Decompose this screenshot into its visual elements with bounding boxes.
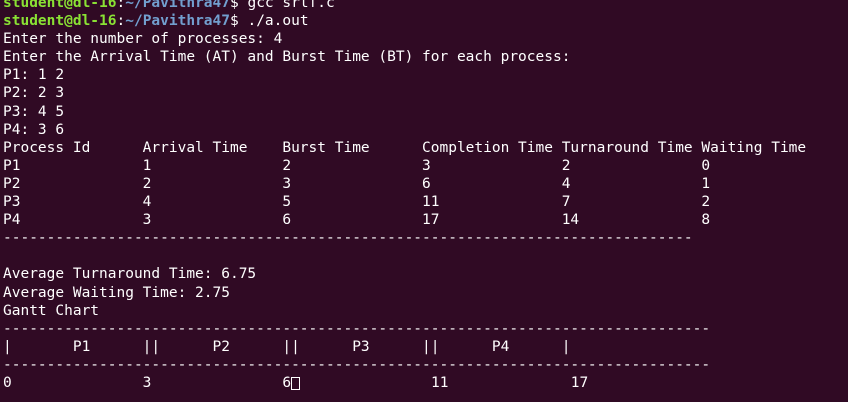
output-line: | P1 || P2 || P3 || P4 | <box>3 338 806 356</box>
output-line: ----------------------------------------… <box>3 356 806 374</box>
text-cursor <box>291 376 301 390</box>
output-line: P4 3 6 17 14 8 <box>3 211 806 229</box>
output-text: P2: 2 3 <box>3 85 65 102</box>
output-line: Average Turnaround Time: 6.75 <box>3 265 806 283</box>
output-text: P3: 4 5 <box>3 103 65 120</box>
output-text: ----------------------------------------… <box>3 320 711 337</box>
output-text: 0 3 6 <box>3 374 292 391</box>
prompt-separator: : <box>116 13 126 30</box>
prompt-path: ~/Pavithra47 <box>125 0 230 11</box>
output-line: Enter the number of processes: 4 <box>3 30 806 48</box>
output-line: P4: 3 6 <box>3 121 806 139</box>
output-text: 11 17 <box>300 374 589 391</box>
output-text: P2 2 3 6 4 1 <box>3 175 711 192</box>
output-text: P4 3 6 17 14 8 <box>3 212 711 229</box>
output-line: P2 2 3 6 4 1 <box>3 175 806 193</box>
output-text: Gantt Chart <box>3 302 100 319</box>
output-text: | P1 || P2 || P3 || P4 | <box>3 338 571 355</box>
command-text: gcc srtf.c <box>247 0 335 11</box>
output-line: ----------------------------------------… <box>3 320 806 338</box>
output-text: P3 4 5 11 7 2 <box>3 194 711 211</box>
prompt-user: student@dl-16 <box>3 13 117 30</box>
prompt-symbol: $ <box>230 13 248 30</box>
output-line: Average Waiting Time: 2.75 <box>3 284 806 302</box>
output-line: P3 4 5 11 7 2 <box>3 193 806 211</box>
output-line: P1: 1 2 <box>3 66 806 84</box>
output-text: P1: 1 2 <box>3 67 65 84</box>
output-text: P1 1 2 3 2 0 <box>3 157 711 174</box>
terminal-output: student@dl-16:~/Pavithra47$ gcc srtf.c st… <box>3 0 806 392</box>
output-text: Enter the number of processes: 4 <box>3 31 283 48</box>
command-text: ./a.out <box>247 13 309 30</box>
output-line: P2: 2 3 <box>3 84 806 102</box>
output-text: Average Turnaround Time: 6.75 <box>3 266 257 283</box>
output-text: Process Id Arrival Time Burst Time Compl… <box>3 139 807 156</box>
output-text: Average Waiting Time: 2.75 <box>3 284 230 301</box>
output-text: ----------------------------------------… <box>3 356 711 373</box>
prompt-user: student@dl-16 <box>3 0 117 11</box>
terminal-window[interactable]: student@dl-16:~/Pavithra47$ gcc srtf.c st… <box>0 0 848 402</box>
prompt-separator: : <box>116 0 126 11</box>
output-line: P1 1 2 3 2 0 <box>3 157 806 175</box>
prompt-path: ~/Pavithra47 <box>125 13 230 30</box>
output-text: Enter the Arrival Time (AT) and Burst Ti… <box>3 49 571 66</box>
prompt-line: student@dl-16:~/Pavithra47$ gcc srtf.c <box>3 0 806 12</box>
output-text: ----------------------------------------… <box>3 230 693 247</box>
output-line: Gantt Chart <box>3 302 806 320</box>
output-line: Process Id Arrival Time Burst Time Compl… <box>3 139 806 157</box>
output-line: P3: 4 5 <box>3 103 806 121</box>
output-line: 0 3 6 11 17 <box>3 374 806 392</box>
prompt-symbol: $ <box>230 0 248 11</box>
output-line: Enter the Arrival Time (AT) and Burst Ti… <box>3 48 806 66</box>
output-text: P4: 3 6 <box>3 121 65 138</box>
output-line: ----------------------------------------… <box>3 229 806 247</box>
prompt-line: student@dl-16:~/Pavithra47$ ./a.out <box>3 12 806 30</box>
